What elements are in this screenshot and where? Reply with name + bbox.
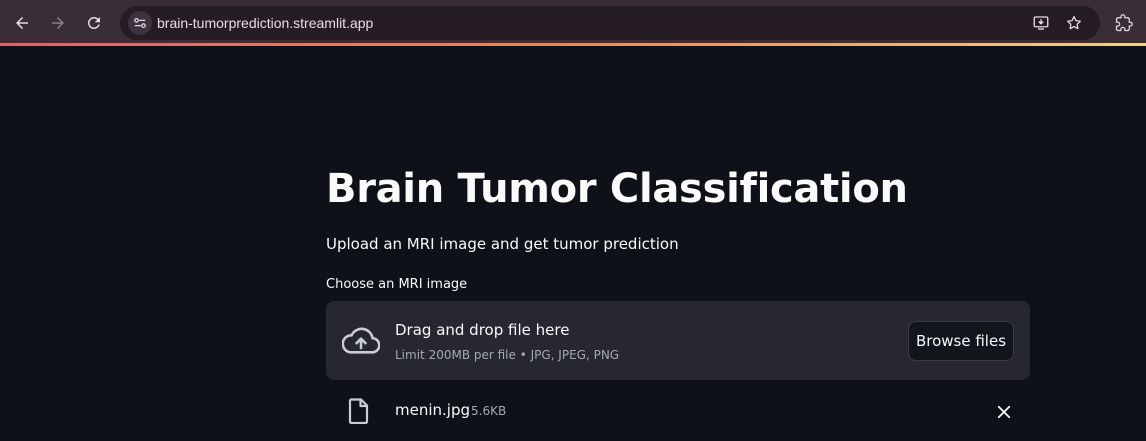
uploaded-file-name: menin.jpg [395,401,470,419]
close-icon[interactable] [994,402,1014,422]
browse-files-button[interactable]: Browse files [908,321,1014,361]
address-bar[interactable]: brain-tumorprediction.streamlit.app [120,6,1100,40]
page-title: Brain Tumor Classification [326,166,908,212]
install-app-icon[interactable] [1031,13,1051,33]
url-text[interactable]: brain-tumorprediction.streamlit.app [157,15,373,31]
cloud-upload-icon [342,327,380,354]
site-info-icon[interactable] [128,11,152,35]
reload-icon[interactable] [82,11,106,35]
browser-toolbar: brain-tumorprediction.streamlit.app [0,0,1146,46]
forward-icon[interactable] [46,11,70,35]
uploader-label: Choose an MRI image [326,277,468,292]
uploaded-file-size: 5.6KB [471,404,507,418]
toolbar-accent-line [0,43,1146,46]
extensions-icon[interactable] [1112,11,1136,35]
dropzone-limit-text: Limit 200MB per file • JPG, JPEG, PNG [395,348,620,362]
file-icon [348,398,369,424]
file-dropzone[interactable]: Drag and drop file here Limit 200MB per … [326,301,1030,380]
uploaded-file-row: menin.jpg 5.6KB [326,394,1030,430]
page-subtitle: Upload an MRI image and get tumor predic… [326,235,679,253]
dropzone-title: Drag and drop file here [395,321,570,339]
bookmark-star-icon[interactable] [1064,13,1084,33]
back-icon[interactable] [10,11,34,35]
